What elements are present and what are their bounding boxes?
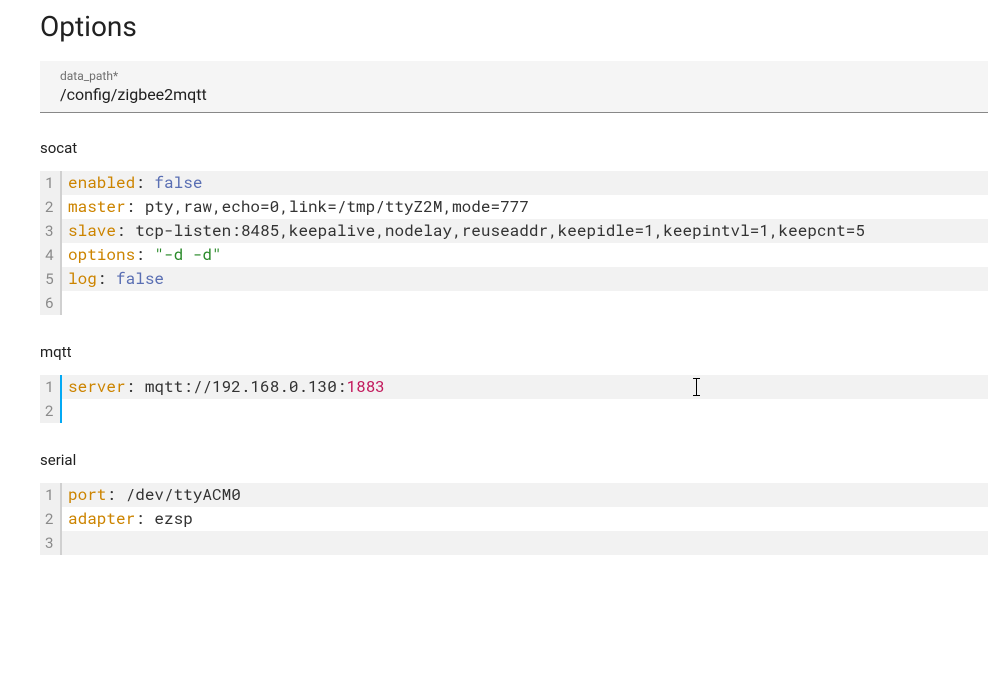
editor-socat[interactable]: 123456 enabled: false master: pty,raw,ec…	[40, 171, 988, 315]
editor-mqtt[interactable]: 12 server: mqtt://192.168.0.130:1883	[40, 375, 988, 423]
section-label-socat: socat	[40, 139, 988, 157]
gutter-socat: 123456	[40, 171, 62, 315]
section-label-mqtt: mqtt	[40, 343, 988, 361]
code-socat[interactable]: enabled: false master: pty,raw,echo=0,li…	[62, 171, 988, 315]
page-title: Options	[40, 10, 988, 43]
data-path-field[interactable]: data_path*	[40, 61, 988, 113]
code-serial[interactable]: port: /dev/ttyACM0 adapter: ezsp	[62, 483, 988, 555]
gutter-serial: 123	[40, 483, 62, 555]
section-label-serial: serial	[40, 451, 988, 469]
data-path-label: data_path*	[60, 69, 968, 83]
gutter-mqtt: 12	[40, 375, 62, 423]
code-mqtt[interactable]: server: mqtt://192.168.0.130:1883	[62, 375, 988, 423]
data-path-input[interactable]	[60, 85, 968, 104]
editor-serial[interactable]: 123 port: /dev/ttyACM0 adapter: ezsp	[40, 483, 988, 555]
